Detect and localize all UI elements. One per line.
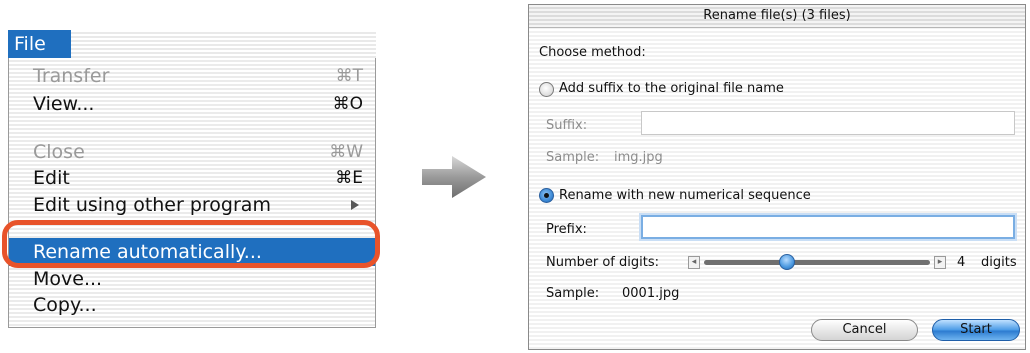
prefix-label: Prefix: bbox=[546, 222, 587, 237]
digits-value: 4 bbox=[957, 255, 966, 270]
rename-dialog: Rename file(s) (3 files) Choose method: … bbox=[528, 4, 1026, 350]
digits-slider-track[interactable] bbox=[704, 260, 930, 265]
menubar bbox=[71, 30, 376, 58]
radio-numerical-sequence[interactable] bbox=[539, 188, 554, 203]
shortcut-label: ⌘E bbox=[335, 168, 363, 188]
sequence-sample-label: Sample: bbox=[546, 286, 600, 301]
menu-dropdown: Transfer ⌘T View... ⌘O Close ⌘W Edit ⌘E … bbox=[8, 58, 376, 328]
menu-item-copy[interactable]: Copy... bbox=[9, 291, 375, 319]
cancel-button[interactable]: Cancel bbox=[811, 319, 918, 341]
menu-item-label: Transfer bbox=[33, 65, 110, 87]
shortcut-label: ⌘W bbox=[329, 142, 363, 162]
menu-item-label: Copy... bbox=[33, 294, 97, 316]
digits-label: Number of digits: bbox=[546, 255, 659, 270]
digits-unit-label: digits bbox=[981, 255, 1017, 270]
radio-numerical-sequence-label[interactable]: Rename with new numerical sequence bbox=[559, 188, 811, 203]
shortcut-label: ⌘T bbox=[335, 66, 363, 86]
submenu-arrow-icon bbox=[351, 200, 359, 210]
slider-increment-icon[interactable]: ▸ bbox=[934, 256, 946, 269]
choose-method-label: Choose method: bbox=[539, 45, 646, 60]
menu-item-label: View... bbox=[33, 93, 95, 115]
suffix-sample-label: Sample: bbox=[546, 150, 600, 165]
start-button[interactable]: Start bbox=[932, 319, 1020, 341]
menu-item-close: Close ⌘W bbox=[9, 138, 375, 166]
menu-item-view[interactable]: View... ⌘O bbox=[9, 90, 375, 118]
suffix-sample-value: img.jpg bbox=[614, 150, 663, 165]
highlight-ring bbox=[2, 220, 380, 268]
radio-add-suffix[interactable] bbox=[539, 82, 554, 97]
radio-add-suffix-label[interactable]: Add suffix to the original file name bbox=[559, 81, 784, 96]
menu-item-transfer: Transfer ⌘T bbox=[9, 62, 375, 90]
menu-item-edit-using-other-program[interactable]: Edit using other program bbox=[9, 191, 375, 219]
menu-title-file[interactable]: File bbox=[8, 30, 71, 58]
slider-decrement-icon[interactable]: ◂ bbox=[688, 256, 700, 269]
menu-item-label: Close bbox=[33, 141, 85, 163]
menu-item-move[interactable]: Move... bbox=[9, 265, 375, 293]
menu-item-edit[interactable]: Edit ⌘E bbox=[9, 164, 375, 192]
menu-item-label: Edit bbox=[33, 167, 70, 189]
flow-arrow-icon bbox=[422, 156, 486, 198]
file-menu: File Transfer ⌘T View... ⌘O Close ⌘W Edi… bbox=[2, 30, 380, 330]
menu-item-label: Edit using other program bbox=[33, 194, 271, 216]
digits-slider-thumb[interactable] bbox=[779, 254, 795, 270]
dialog-title: Rename file(s) (3 files) bbox=[529, 5, 1025, 28]
sequence-sample-value: 0001.jpg bbox=[622, 286, 680, 301]
menu-item-label: Move... bbox=[33, 268, 103, 290]
suffix-input[interactable] bbox=[641, 111, 1015, 135]
prefix-input[interactable] bbox=[641, 215, 1015, 239]
suffix-label: Suffix: bbox=[546, 118, 588, 133]
shortcut-label: ⌘O bbox=[332, 94, 363, 114]
